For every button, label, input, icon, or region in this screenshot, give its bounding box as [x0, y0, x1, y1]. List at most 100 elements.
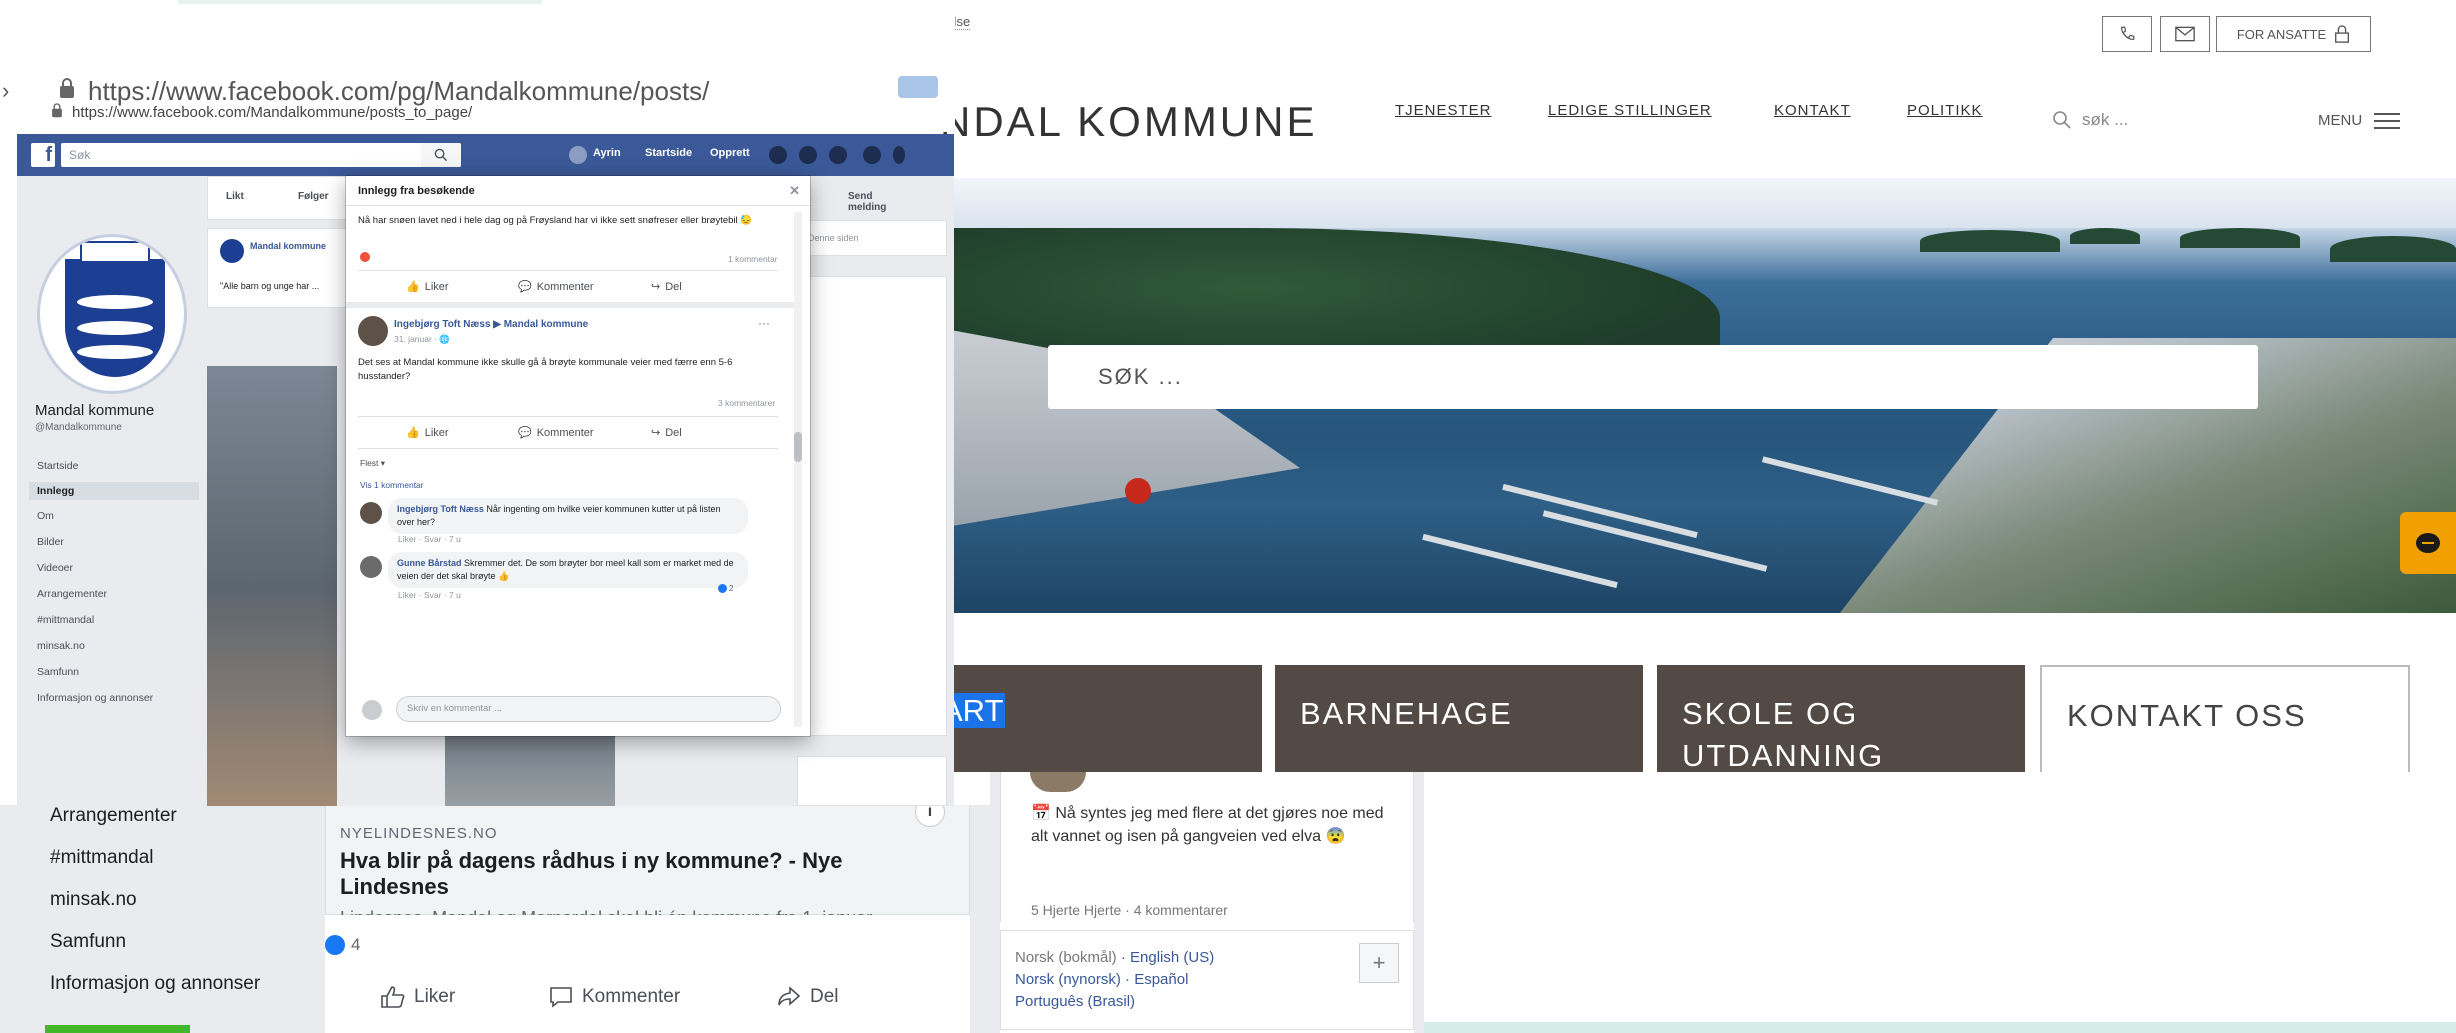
- follow-button[interactable]: Følger: [298, 191, 329, 202]
- fb-nav-minsak[interactable]: minsak.no: [37, 640, 85, 652]
- menu-button[interactable]: MENU: [2318, 112, 2401, 129]
- like-reaction-icon: [325, 935, 345, 955]
- nav-services[interactable]: TJENESTER: [1395, 102, 1492, 119]
- visitor-post-counts[interactable]: 5 Hjerte Hjerte · 4 kommentarer: [1031, 902, 1228, 918]
- fb-nav-events[interactable]: Arrangementer: [37, 588, 107, 600]
- view-more-comments-link[interactable]: Vis 1 kommentar: [360, 480, 424, 490]
- header-search[interactable]: søk ...: [2052, 110, 2128, 130]
- comment-sort-dropdown[interactable]: Flest ▾: [360, 458, 385, 469]
- post-author[interactable]: Mandal kommune: [250, 241, 326, 251]
- address-bar-large[interactable]: › https://www.facebook.com/pg/Mandalkomm…: [2, 76, 709, 107]
- phone-button[interactable]: [2102, 16, 2152, 52]
- chat-button[interactable]: [2400, 512, 2456, 574]
- hero-search-input[interactable]: SØK ...: [1048, 345, 2258, 409]
- page-name[interactable]: Mandal kommune: [35, 402, 154, 419]
- sidebar-item-community[interactable]: Samfunn: [50, 931, 126, 953]
- share-label: Del: [810, 986, 839, 1007]
- site-brand[interactable]: NDAL KOMMUNE: [940, 98, 1317, 146]
- tile-kindergarten[interactable]: BARNEHAGE: [1275, 665, 1643, 772]
- like-button[interactable]: 👍 Liker: [406, 426, 449, 440]
- like-button[interactable]: Liker: [380, 985, 455, 1009]
- comment-author[interactable]: Ingebjørg Toft Næss: [397, 504, 484, 514]
- post-timestamp[interactable]: 31. januar · 🌐: [394, 334, 450, 345]
- comment-author[interactable]: Gunne Bårstad: [397, 558, 462, 568]
- page-crest-avatar[interactable]: [37, 234, 187, 394]
- comment-icon: 💬: [518, 427, 532, 439]
- tile-contact[interactable]: KONTAKT OSS: [2040, 665, 2410, 772]
- sidebar-item-events[interactable]: Arrangementer: [50, 805, 177, 827]
- facebook-logo-icon[interactable]: f: [31, 143, 55, 167]
- fb-nav-info[interactable]: Informasjon og annonser: [37, 692, 153, 704]
- post-author[interactable]: Ingebjørg Toft Næss ▶ Mandal kommune: [394, 319, 588, 330]
- fb-profile-link[interactable]: Ayrin: [593, 147, 621, 159]
- tile-art[interactable]: ART: [940, 665, 1262, 772]
- right-sidebar-card: [797, 276, 947, 736]
- nav-contact[interactable]: KONTAKT: [1774, 102, 1851, 119]
- post-photo[interactable]: [445, 726, 615, 806]
- fb-topbar: f Søk Ayrin Startside Opprett: [17, 134, 954, 176]
- nav-politics[interactable]: POLITIKK: [1907, 102, 1983, 119]
- fb-nav-about[interactable]: Om: [37, 510, 54, 522]
- fb-create-link[interactable]: Opprett: [710, 147, 750, 159]
- link-preview-card[interactable]: NYELINDESNES.NO Hva blir på dagens rådhu…: [325, 805, 970, 928]
- liked-button[interactable]: Likt: [226, 191, 244, 202]
- messenger-icon[interactable]: [799, 146, 817, 164]
- avatar[interactable]: [220, 239, 244, 263]
- friends-icon[interactable]: [769, 146, 787, 164]
- lang-portuguese[interactable]: Português (Brasil): [1015, 993, 1135, 1010]
- fb-nav-posts[interactable]: Innlegg: [29, 482, 199, 500]
- comment-input[interactable]: Skriv en kommentar ...: [396, 696, 781, 722]
- address-bar-small[interactable]: https://www.facebook.com/Mandalkommune/p…: [50, 102, 473, 121]
- thumbs-up-icon: [381, 986, 405, 1008]
- fb-nav-community[interactable]: Samfunn: [37, 666, 79, 678]
- comment-button[interactable]: Kommenter: [548, 985, 680, 1009]
- sidebar-item-mittmandal[interactable]: #mittmandal: [50, 847, 154, 869]
- comment-actions[interactable]: Liker · Svar · 7 u: [398, 590, 461, 600]
- sidebar-item-info[interactable]: Informasjon og annonser: [50, 973, 260, 995]
- post-photo[interactable]: [207, 366, 337, 806]
- lang-nynorsk[interactable]: Norsk (nynorsk): [1015, 971, 1121, 988]
- sidebar-item-minsak[interactable]: minsak.no: [50, 889, 137, 911]
- mail-button[interactable]: [2160, 16, 2210, 52]
- notifications-icon[interactable]: [829, 146, 847, 164]
- like-button[interactable]: 👍 Liker: [406, 280, 449, 294]
- fb-nav-photos[interactable]: Bilder: [37, 536, 64, 548]
- extension-icon[interactable]: [898, 76, 938, 98]
- avatar[interactable]: [360, 556, 382, 578]
- comment-like-count: 2: [729, 584, 734, 593]
- comment-like-badge[interactable]: 2: [718, 584, 733, 593]
- staff-login-button[interactable]: FOR ANSATTE: [2216, 16, 2371, 52]
- comment-button[interactable]: 💬 Kommenter: [518, 426, 594, 440]
- share-button[interactable]: Del: [776, 985, 839, 1009]
- fb-nav-home[interactable]: Startside: [37, 460, 78, 472]
- fb-home-link[interactable]: Startside: [645, 147, 692, 159]
- fb-search-input[interactable]: Søk: [61, 143, 461, 167]
- like-count-value: 4: [351, 935, 361, 954]
- like-count[interactable]: 4: [325, 935, 360, 955]
- url-text-small: https://www.facebook.com/Mandalkommune/p…: [72, 104, 473, 121]
- dialog-scrollbar[interactable]: [794, 212, 802, 727]
- nav-jobs[interactable]: LEDIGE STILLINGER: [1548, 102, 1712, 119]
- comment-button[interactable]: 💬 Kommenter: [518, 280, 594, 294]
- comment-actions[interactable]: Liker · Svar · 7 u: [398, 534, 461, 544]
- post-footer: [325, 915, 970, 1033]
- lang-english[interactable]: English (US): [1130, 949, 1214, 966]
- back-icon: ›: [2, 78, 10, 103]
- help-icon[interactable]: [863, 146, 881, 164]
- share-button[interactable]: ↪ Del: [651, 426, 682, 440]
- lang-spanish[interactable]: Español: [1134, 971, 1188, 988]
- avatar[interactable]: [569, 146, 587, 164]
- avatar[interactable]: [358, 316, 388, 346]
- comment-count[interactable]: 1 kommentar: [728, 254, 778, 264]
- comment-count[interactable]: 3 kommentarer: [718, 398, 775, 408]
- share-button[interactable]: ↪ Del: [651, 280, 682, 294]
- tile-school[interactable]: SKOLE OG UTDANNING: [1657, 665, 2025, 773]
- fb-nav-videos[interactable]: Videoer: [37, 562, 73, 574]
- close-icon[interactable]: ✕: [789, 183, 800, 199]
- fb-search-button[interactable]: [421, 143, 461, 167]
- more-options-icon[interactable]: ···: [758, 316, 770, 330]
- fb-nav-mittmandal[interactable]: #mittmandal: [37, 614, 94, 626]
- chevron-down-icon[interactable]: [893, 146, 905, 164]
- avatar[interactable]: [360, 502, 382, 524]
- add-language-button[interactable]: +: [1359, 943, 1399, 983]
